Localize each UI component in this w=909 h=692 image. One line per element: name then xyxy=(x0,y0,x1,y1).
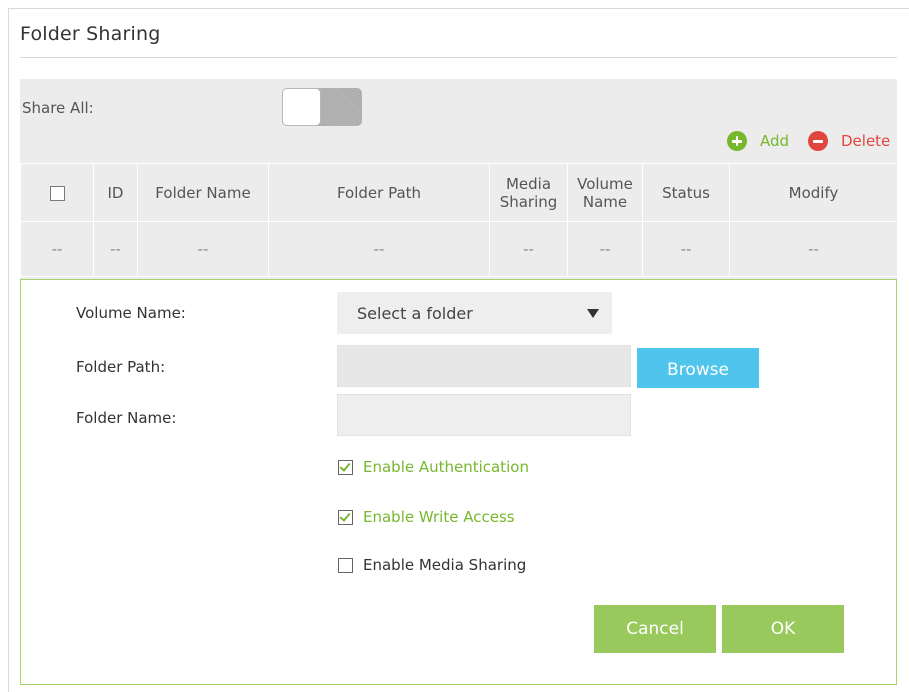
checkbox-unchecked-icon xyxy=(338,557,353,573)
delete-label: Delete xyxy=(841,132,891,150)
table-cell: -- xyxy=(20,221,94,277)
folder-path-field[interactable] xyxy=(337,345,631,387)
section-title: Folder Sharing xyxy=(20,23,161,45)
volume-name-label: Volume Name: xyxy=(76,304,186,322)
column-header: Media Sharing xyxy=(489,163,568,222)
table-cell: -- xyxy=(137,221,269,277)
folder-name-label: Folder Name: xyxy=(76,409,177,427)
browse-button[interactable]: Browse xyxy=(637,348,759,388)
select-all-checkbox[interactable] xyxy=(49,185,65,201)
ok-button[interactable]: OK xyxy=(722,605,844,653)
select-all-cell xyxy=(20,163,94,222)
column-header: ID xyxy=(93,163,138,222)
enable-write-access-label: Enable Write Access xyxy=(363,508,515,526)
table-cell: -- xyxy=(268,221,490,277)
toggle-knob xyxy=(282,88,321,126)
dropdown-arrow-icon xyxy=(587,309,599,318)
delete-button[interactable]: Delete xyxy=(808,130,890,152)
share-all-toggle[interactable] xyxy=(282,88,362,126)
volume-name-value: Select a folder xyxy=(357,304,473,323)
table-cell: -- xyxy=(729,221,898,277)
checkbox-checked-icon xyxy=(338,459,353,475)
title-divider xyxy=(20,57,897,58)
plus-circle-icon xyxy=(727,131,747,151)
volume-name-select[interactable]: Select a folder xyxy=(337,292,612,334)
checkbox-checked-icon xyxy=(338,509,353,525)
column-header-text: Volume Name xyxy=(577,174,633,211)
enable-media-sharing-checkbox[interactable]: Enable Media Sharing xyxy=(338,556,526,574)
cancel-button[interactable]: Cancel xyxy=(594,605,716,653)
column-header: Volume Name xyxy=(567,163,643,222)
column-header: Modify xyxy=(729,163,898,222)
minus-circle-icon xyxy=(808,131,828,151)
enable-authentication-checkbox[interactable]: Enable Authentication xyxy=(338,458,529,476)
table-header-row: ID Folder Name Folder Path Media Sharing… xyxy=(20,163,898,222)
folder-path-label: Folder Path: xyxy=(76,358,166,376)
add-label: Add xyxy=(760,132,790,150)
table-cell: -- xyxy=(642,221,730,277)
folder-name-field[interactable] xyxy=(337,394,631,436)
table-cell: -- xyxy=(93,221,138,277)
column-header: Folder Path xyxy=(268,163,490,222)
enable-authentication-label: Enable Authentication xyxy=(363,458,529,476)
table-cell: -- xyxy=(489,221,568,277)
table-row: -- -- -- -- -- -- -- -- xyxy=(20,221,898,277)
column-header: Folder Name xyxy=(137,163,269,222)
share-all-label: Share All: xyxy=(22,99,94,117)
add-button[interactable]: Add xyxy=(727,130,789,152)
table-cell: -- xyxy=(567,221,643,277)
folder-table: ID Folder Name Folder Path Media Sharing… xyxy=(20,163,898,277)
enable-media-sharing-label: Enable Media Sharing xyxy=(363,556,527,574)
enable-write-access-checkbox[interactable]: Enable Write Access xyxy=(338,508,515,526)
column-header: Status xyxy=(642,163,730,222)
column-header-text: Media Sharing xyxy=(499,174,558,211)
